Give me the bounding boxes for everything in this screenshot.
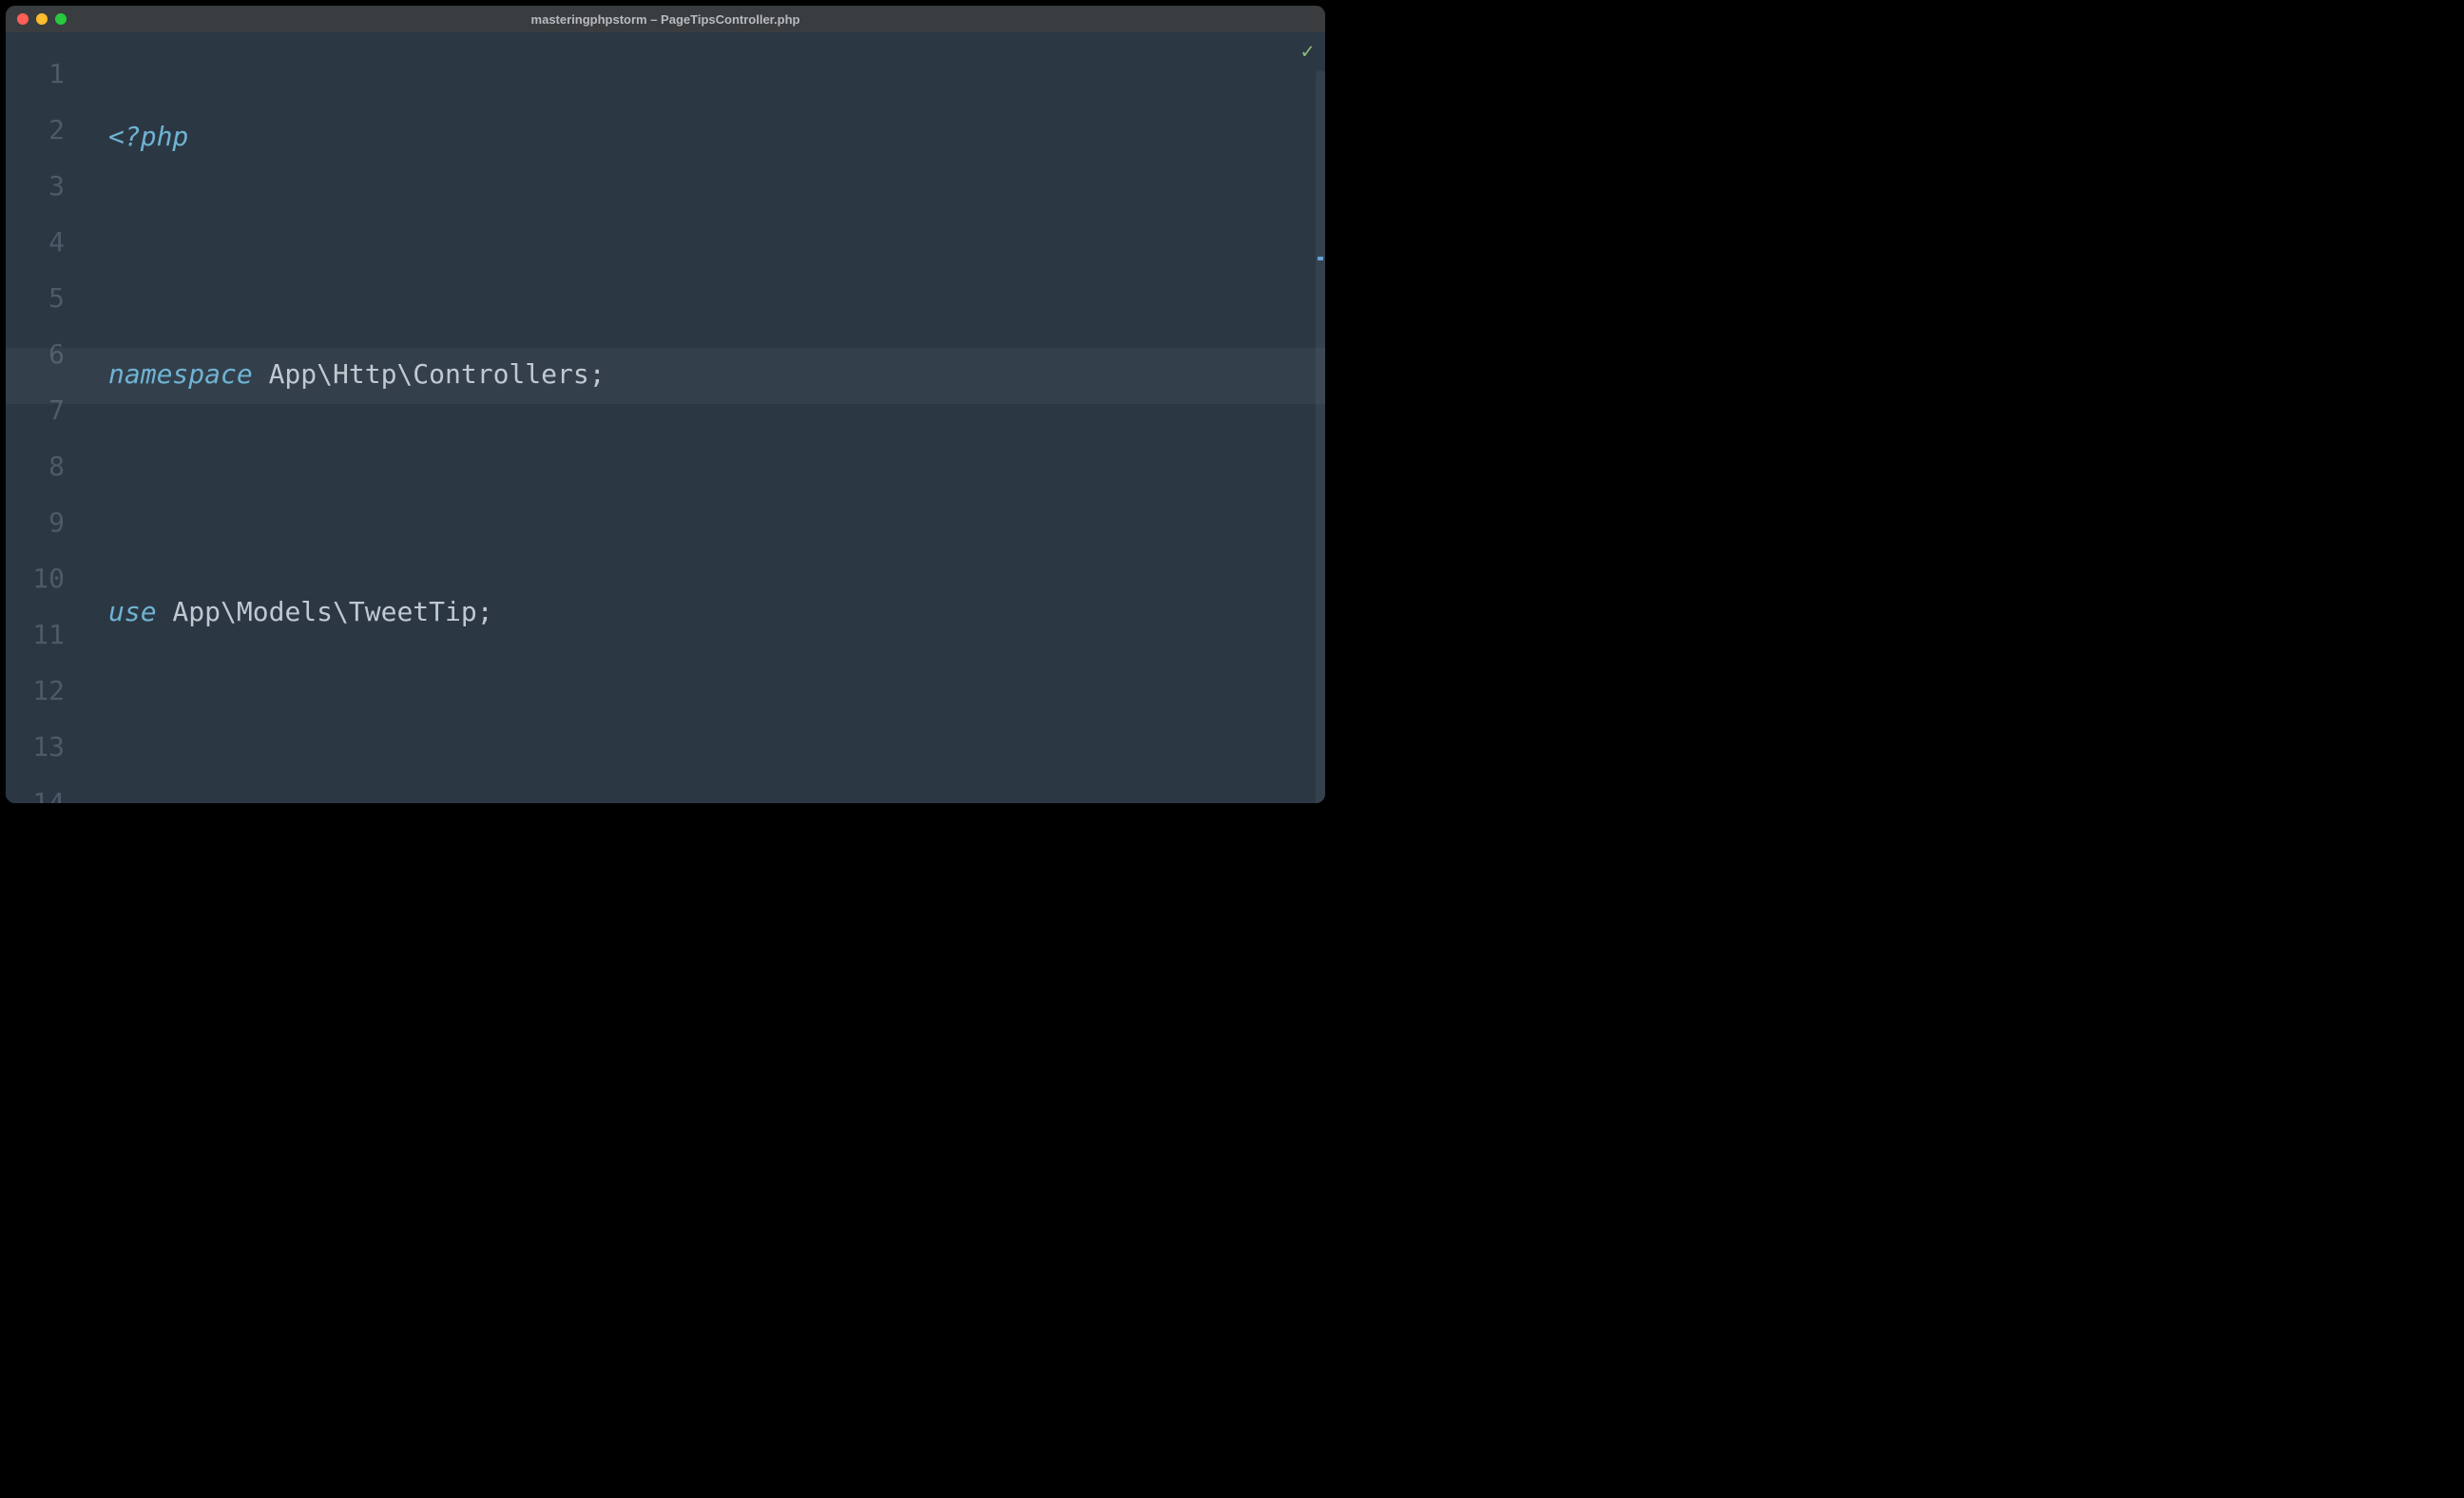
editor-window: masteringphpstorm – PageTipsController.p… (6, 6, 1325, 803)
line-number[interactable]: 6 (6, 326, 65, 382)
identifier: App\Models\TweetTip; (157, 596, 493, 627)
minimize-icon[interactable] (36, 13, 48, 25)
titlebar[interactable]: masteringphpstorm – PageTipsController.p… (6, 6, 1325, 32)
code-line[interactable]: use App\Models\TweetTip; (108, 584, 1325, 640)
keyword: namespace (108, 358, 253, 390)
window-controls (17, 13, 67, 25)
close-icon[interactable] (17, 13, 29, 25)
analysis-ok-icon[interactable]: ✓ (1301, 40, 1314, 64)
zoom-icon[interactable] (55, 13, 67, 25)
line-number[interactable]: 14 (6, 775, 65, 803)
line-number[interactable]: 1 (6, 46, 65, 102)
line-number[interactable]: 3 (6, 158, 65, 214)
code-line[interactable]: namespace App\Http\Controllers; (108, 346, 1325, 402)
line-number[interactable]: 13 (6, 719, 65, 775)
php-open-tag: <?php (108, 121, 188, 152)
line-number[interactable]: 4 (6, 214, 65, 270)
keyword: use (108, 596, 157, 627)
code-line[interactable] (108, 702, 1325, 759)
code-area[interactable]: <?php namespace App\Http\Controllers; us… (65, 32, 1325, 803)
line-number[interactable]: 12 (6, 663, 65, 719)
line-number-gutter[interactable]: 1 2 3 4 5 6 7 8 9 10 11 12 13 14 (6, 32, 65, 803)
line-number[interactable]: 5 (6, 270, 65, 326)
identifier: App\Http\Controllers; (253, 358, 606, 390)
line-number[interactable]: 11 (6, 606, 65, 663)
code-editor[interactable]: 1 2 3 4 5 6 7 8 9 10 11 12 13 14 <?php n… (6, 32, 1325, 803)
code-line[interactable]: <?php (108, 108, 1325, 164)
line-number[interactable]: 2 (6, 102, 65, 158)
line-number[interactable]: 8 (6, 438, 65, 494)
window-title: masteringphpstorm – PageTipsController.p… (6, 12, 1325, 27)
vertical-scrollbar[interactable] (1316, 70, 1325, 803)
code-line[interactable] (108, 465, 1325, 521)
line-number[interactable]: 10 (6, 550, 65, 606)
line-number[interactable]: 7 (6, 382, 65, 438)
code-line[interactable] (108, 227, 1325, 283)
line-number[interactable]: 9 (6, 494, 65, 550)
